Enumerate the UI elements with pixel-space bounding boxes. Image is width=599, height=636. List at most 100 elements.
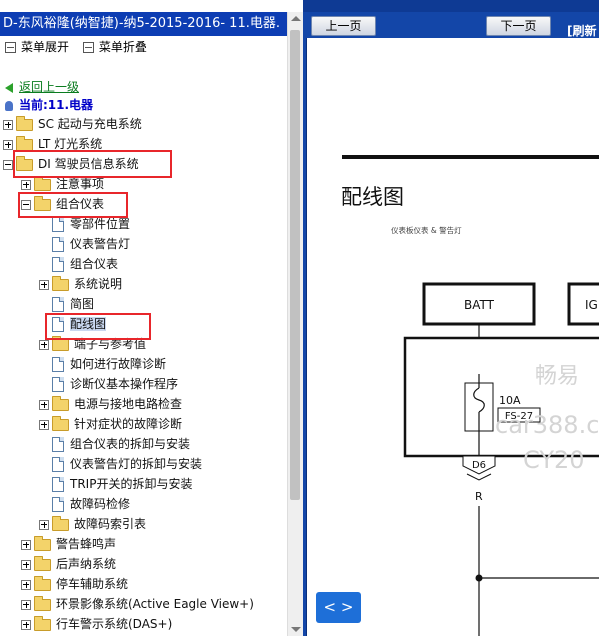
tree-item[interactable]: 警告蜂鸣声 [21, 535, 116, 553]
folder-icon [52, 515, 69, 531]
expand-toggle-icon[interactable] [39, 419, 49, 430]
expand-toggle-icon[interactable] [21, 179, 31, 190]
navigation-panel: D-东风裕隆(纳智捷)-纳5-2015-2016- 11.电器. 菜单展开 菜单… [0, 0, 303, 636]
current-section-label: 当前:11.电器 [19, 98, 94, 112]
folder-icon [52, 335, 69, 351]
tree-item-label[interactable]: 简图 [70, 297, 94, 311]
tree-item-label[interactable]: SC 起动与充电系统 [38, 117, 142, 131]
collapse-menu-button[interactable]: 菜单折叠 [99, 40, 147, 54]
tree-item-label[interactable]: 系统说明 [74, 277, 122, 291]
tree-item[interactable]: 电源与接地电路检查 [39, 395, 182, 413]
document-icon [52, 377, 64, 392]
tree-item[interactable]: 环景影像系统(Active Eagle View+) [21, 595, 254, 613]
expand-toggle-icon[interactable] [21, 619, 31, 630]
back-arrow-icon [5, 82, 13, 93]
tree-item[interactable]: 组合仪表的拆卸与安装 [39, 435, 190, 453]
refresh-button[interactable]: [刷新 [567, 22, 597, 39]
tree-item-label[interactable]: 行车警示系统(DAS+) [56, 617, 172, 631]
collapse-toggle-icon[interactable] [3, 159, 13, 170]
document-icon [52, 297, 64, 312]
document-viewer: 上一页 下一页 [刷新 配线图 仪表板仪表 & 警告灯 BATT IG 10A … [303, 0, 599, 636]
current-section: 当前:11.电器 [5, 96, 93, 113]
folder-icon [16, 115, 33, 131]
tree-item[interactable]: 诊断仪基本操作程序 [39, 375, 178, 393]
tree-item-label[interactable]: 如何进行故障诊断 [70, 357, 166, 371]
tree-item-label[interactable]: 电源与接地电路检查 [74, 397, 182, 411]
tree-item-label[interactable]: 组合仪表 [70, 257, 118, 271]
folder-icon [52, 395, 69, 411]
collapse-icon[interactable] [82, 42, 94, 53]
wiring-diagram: 配线图 仪表板仪表 & 警告灯 BATT IG 10A FS-27 D6 R 畅… [341, 155, 599, 636]
document-icon [52, 497, 64, 512]
connector-label: D6 [472, 460, 486, 471]
tree-item[interactable]: 故障码检修 [39, 495, 130, 513]
expand-toggle-icon[interactable] [21, 579, 31, 590]
tree-item-label[interactable]: 仪表警告灯的拆卸与安装 [70, 457, 202, 471]
tree-item[interactable]: 行车警示系统(DAS+) [21, 615, 172, 633]
expand-toggle-icon[interactable] [21, 599, 31, 610]
tree-item-label[interactable]: LT 灯光系统 [38, 137, 102, 151]
folder-icon [34, 535, 51, 551]
tree-item-label[interactable]: 故障码索引表 [74, 517, 146, 531]
expand-icon[interactable] [5, 42, 16, 53]
expand-toggle-icon[interactable] [39, 279, 49, 290]
folder-icon [52, 275, 69, 291]
tree-item[interactable]: TRIP开关的拆卸与安装 [39, 475, 192, 493]
tree-scrollbar[interactable] [287, 12, 303, 636]
expand-menu-button[interactable]: 菜单展开 [21, 40, 69, 54]
watermark-site: car388.c [495, 411, 599, 439]
folder-icon [34, 555, 51, 571]
tree-item[interactable]: 针对症状的故障诊断 [39, 415, 182, 433]
document-icon [52, 477, 64, 492]
expand-toggle-icon[interactable] [3, 139, 13, 150]
tree-item[interactable]: SC 起动与充电系统 [3, 115, 142, 133]
document-icon [52, 217, 64, 232]
expand-toggle-icon[interactable] [39, 399, 49, 410]
prev-page-button[interactable]: 上一页 [311, 16, 376, 36]
tree-item-label[interactable]: 环景影像系统(Active Eagle View+) [56, 597, 254, 611]
back-link[interactable]: 返回上一级 [5, 78, 79, 95]
expand-toggle-icon[interactable] [39, 519, 49, 530]
page-nav-arrows[interactable]: < > [316, 592, 361, 623]
scroll-thumb[interactable] [290, 30, 300, 500]
tree-item[interactable]: 仪表警告灯 [39, 235, 130, 253]
tree-item-label[interactable]: 故障码检修 [70, 497, 130, 511]
tree-item-label[interactable]: 停车辅助系统 [56, 577, 128, 591]
tree-item[interactable]: 仪表警告灯的拆卸与安装 [39, 455, 202, 473]
folder-icon [34, 175, 51, 191]
tree-item-label[interactable]: 后声纳系统 [56, 557, 116, 571]
location-icon [5, 100, 13, 111]
ig-label: IG [585, 298, 598, 312]
highlight-box-cluster [18, 192, 128, 218]
tree-item-label[interactable]: 零部件位置 [70, 217, 130, 231]
tree-item[interactable]: 故障码索引表 [39, 515, 146, 533]
tree-item-label[interactable]: 注意事项 [56, 177, 104, 191]
folder-icon [16, 135, 33, 151]
watermark-code: CY20 [523, 446, 585, 474]
tree-item-label[interactable]: 针对症状的故障诊断 [74, 417, 182, 431]
tree-item-label[interactable]: TRIP开关的拆卸与安装 [70, 477, 192, 491]
expand-toggle-icon[interactable] [21, 559, 31, 570]
scroll-down-icon[interactable] [291, 627, 301, 632]
tree-item-label[interactable]: 仪表警告灯 [70, 237, 130, 251]
expand-toggle-icon[interactable] [3, 119, 13, 130]
expand-toggle-icon[interactable] [39, 339, 49, 350]
wire-color-label: R [475, 490, 483, 503]
tree-item[interactable]: 停车辅助系统 [21, 575, 128, 593]
tree-item[interactable]: 如何进行故障诊断 [39, 355, 166, 373]
back-link-label[interactable]: 返回上一级 [19, 80, 79, 94]
next-page-button[interactable]: 下一页 [486, 16, 551, 36]
tree-item-label[interactable]: 诊断仪基本操作程序 [70, 377, 178, 391]
tree-item-label[interactable]: 组合仪表的拆卸与安装 [70, 437, 190, 451]
tree-item[interactable]: 组合仪表 [39, 255, 118, 273]
page-subheading: 仪表板仪表 & 警告灯 [391, 225, 462, 235]
tree-item-label[interactable]: 警告蜂鸣声 [56, 537, 116, 551]
splice-point [475, 574, 483, 582]
folder-icon [34, 575, 51, 591]
document-icon [52, 237, 64, 252]
scroll-up-icon[interactable] [291, 16, 301, 21]
expand-toggle-icon[interactable] [21, 539, 31, 550]
tree-item[interactable]: 后声纳系统 [21, 555, 116, 573]
tree-item[interactable]: 系统说明 [39, 275, 122, 293]
tree-item[interactable]: 简图 [39, 295, 94, 313]
